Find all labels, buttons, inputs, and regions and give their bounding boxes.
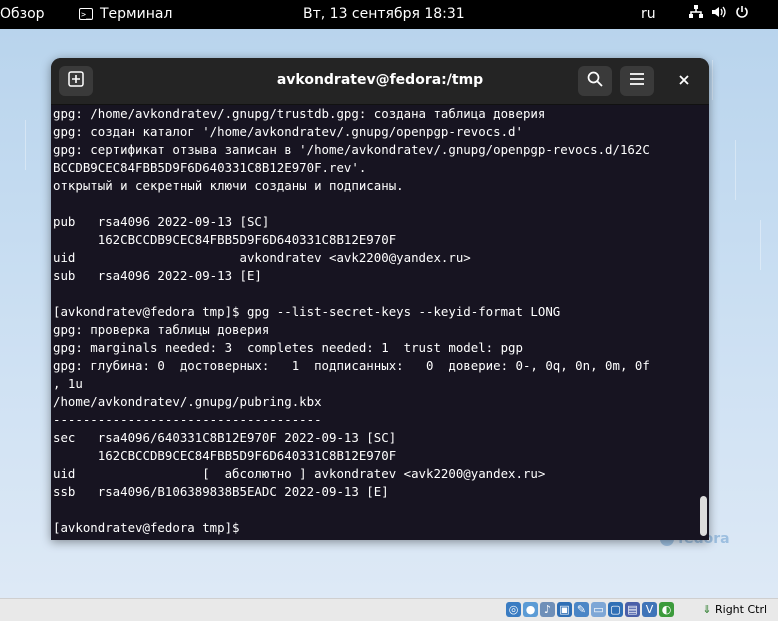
optical-drive-icon[interactable]: ● — [523, 602, 538, 617]
terminal-line: ssb rsa4096/B106389838B5EADC 2022-09-13 … — [53, 484, 389, 499]
gnome-top-bar: Обзор >_ Терминал Вт, 13 сентября 18:31 … — [0, 0, 778, 29]
close-icon — [679, 73, 689, 89]
video-capture-icon[interactable]: ▤ — [625, 602, 640, 617]
terminal-line: gpg: сертификат отзыва записан в '/home/… — [53, 142, 650, 157]
terminal-line: ------------------------------------ — [53, 412, 322, 427]
terminal-line: gpg: marginals needed: 3 completes neede… — [53, 340, 523, 355]
activities-button[interactable]: Обзор — [0, 6, 45, 22]
power-icon — [734, 5, 750, 23]
terminal-output[interactable]: gpg: /home/avkondratev/.gnupg/trustdb.gp… — [51, 105, 697, 540]
scrollbar-thumb[interactable] — [700, 496, 707, 536]
terminal-line: sec rsa4096/640331C8B12E970F 2022-09-13 … — [53, 430, 397, 445]
terminal-line: sub rsa4096 2022-09-13 [E] — [53, 268, 262, 283]
audio-icon[interactable]: ♪ — [540, 602, 555, 617]
terminal-line: uid [ абсолютно ] avkondratev <avk2200@y… — [53, 466, 546, 481]
display-icon[interactable]: ▢ — [608, 602, 623, 617]
terminal-line: uid avkondratev <avk2200@yandex.ru> — [53, 250, 471, 265]
terminal-app-icon: >_ — [79, 8, 93, 20]
system-menu[interactable] — [688, 5, 750, 23]
wallpaper-streak — [735, 140, 736, 200]
hamburger-menu-icon — [629, 72, 645, 90]
app-menu[interactable]: >_ Терминал — [79, 6, 172, 22]
terminal-line: [avkondratev@fedora tmp]$ gpg --list-sec… — [53, 304, 561, 319]
terminal-prompt-line[interactable]: [avkondratev@fedora tmp]$ — [53, 519, 247, 537]
terminal-line: gpg: /home/avkondratev/.gnupg/trustdb.gp… — [53, 106, 546, 121]
shared-folder-icon[interactable]: ▭ — [591, 602, 606, 617]
hard-disk-icon[interactable]: ◎ — [506, 602, 521, 617]
terminal-line: /home/avkondratev/.gnupg/pubring.kbx — [53, 394, 322, 409]
terminal-line: gpg: проверка таблицы доверия — [53, 322, 270, 337]
volume-icon — [711, 5, 727, 23]
terminal-line: BCCDB9CEC84FBB5D9F6D640331C8B12E970F.rev… — [53, 160, 367, 175]
terminal-line: gpg: создан каталог '/home/avkondratev/.… — [53, 124, 523, 139]
mouse-integration-icon[interactable]: ◐ — [659, 602, 674, 617]
menu-button[interactable] — [620, 66, 654, 96]
clock[interactable]: Вт, 13 сентября 18:31 — [303, 6, 465, 22]
terminal-line: 162CBCCDB9CEC84FBB5D9F6D640331C8B12E970F — [53, 232, 397, 247]
terminal-line: pub rsa4096 2022-09-13 [SC] — [53, 214, 270, 229]
network-icon — [688, 5, 704, 23]
terminal-line: открытый и секретный ключи созданы и под… — [53, 178, 404, 193]
keyboard-layout-indicator[interactable]: ru — [641, 6, 656, 22]
network-adapter-icon[interactable]: ▣ — [557, 602, 572, 617]
virtualization-icon[interactable]: V — [642, 602, 657, 617]
terminal-line: 162CBCCDB9CEC84FBB5D9F6D640331C8B12E970F — [53, 448, 397, 463]
virtualbox-status-bar: ◎ ● ♪ ▣ ✎ ▭ ▢ ▤ V ◐ ⇓ Right Ctrl — [0, 598, 778, 621]
host-key-icon: ⇓ — [702, 603, 712, 616]
search-icon — [587, 71, 603, 91]
terminal-scrollbar[interactable] — [697, 105, 709, 540]
close-button[interactable] — [672, 70, 696, 94]
terminal-line: , 1u — [53, 376, 83, 391]
app-name: Терминал — [100, 6, 173, 22]
terminal-window[interactable]: avkondratev@fedora:/tmp gpg: /home/avkon… — [51, 58, 709, 540]
wallpaper-streak — [25, 120, 26, 170]
usb-icon[interactable]: ✎ — [574, 602, 589, 617]
search-button[interactable] — [578, 66, 612, 96]
terminal-line: gpg: глубина: 0 достоверных: 1 подписанн… — [53, 358, 650, 373]
window-headerbar[interactable]: avkondratev@fedora:/tmp — [51, 58, 709, 105]
host-key-label: Right Ctrl — [715, 603, 768, 616]
wallpaper-streak — [760, 220, 761, 270]
wallpaper-streak — [712, 60, 713, 100]
